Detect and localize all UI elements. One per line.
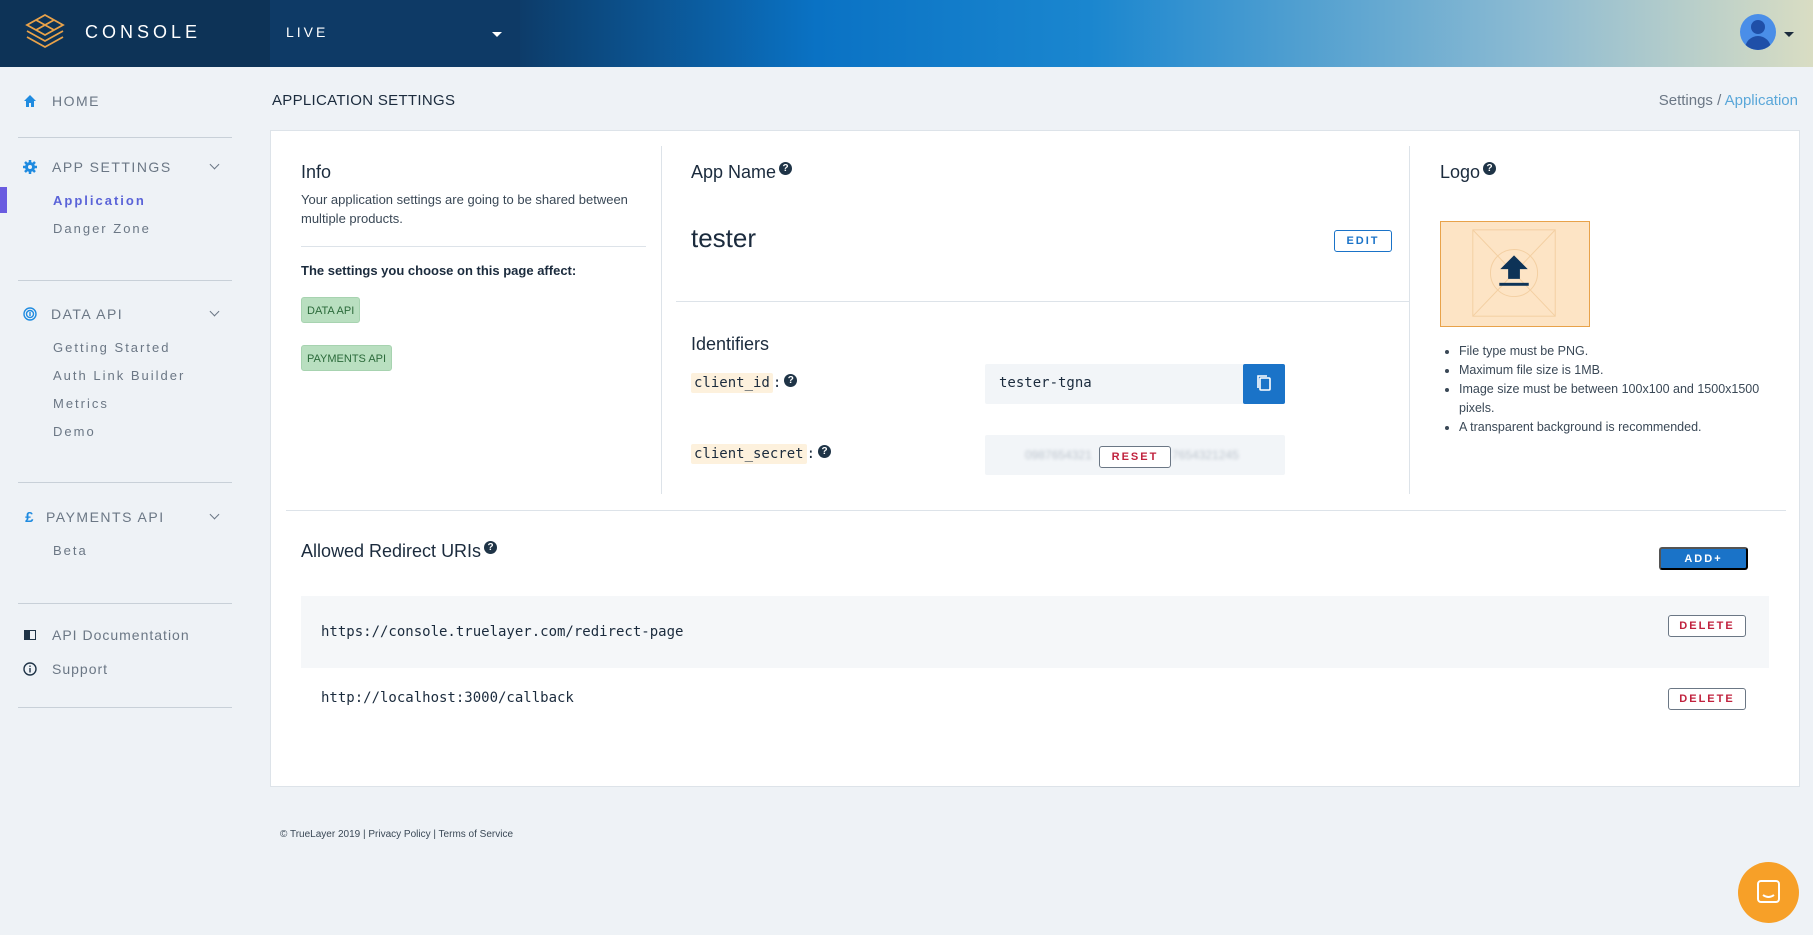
breadcrumb-settings[interactable]: Settings [1659,92,1713,109]
sidebar-item-metrics[interactable]: Metrics [53,396,109,411]
add-redirect-button[interactable]: ADD+ [1659,547,1748,570]
client-secret-masked-left: 0987654321 [1025,448,1092,462]
redirects-title: Allowed Redirect URIs? [301,541,498,562]
top-bar: CONSOLE LIVE [0,0,1813,67]
edit-app-name-button[interactable]: EDIT [1334,230,1392,252]
footer: © TrueLayer 2019 | Privacy Policy | Term… [280,829,514,840]
info-description: Your application settings are going to b… [301,192,628,226]
identifiers-title: Identifiers [691,334,770,354]
sidebar-section-app-settings[interactable]: APP SETTINGS [0,155,240,179]
list-item: http://localhost:3000/callback DELETE [301,668,1769,740]
sidebar-divider [18,707,232,708]
brand[interactable]: CONSOLE [0,0,270,67]
sidebar-divider [18,280,232,281]
column-divider [1409,146,1410,494]
delete-redirect-button[interactable]: DELETE [1668,615,1746,637]
chevron-down-icon [492,32,502,37]
chevron-down-icon [209,509,220,520]
user-avatar[interactable] [1740,14,1776,50]
breadcrumb: Settings / Application [1659,92,1798,109]
tag-data-api: DATA API [301,297,361,323]
sidebar-divider [18,137,232,138]
sidebar-section-data-api[interactable]: DATA API [0,302,240,326]
client-secret-masked-right: 7654321245 [1172,448,1239,462]
list-item: https://console.truelayer.com/redirect-p… [301,596,1769,668]
copy-icon [1257,375,1271,391]
brand-name: CONSOLE [85,22,202,42]
affects-label: The settings you choose on this page aff… [301,263,577,278]
chat-icon [1757,880,1780,903]
pound-icon: £ [25,508,35,526]
column-divider [661,146,662,494]
book-icon [24,630,36,640]
redirect-uri: https://console.truelayer.com/redirect-p… [321,624,684,640]
help-icon[interactable]: ? [1483,162,1497,175]
sidebar-item-danger-zone[interactable]: Danger Zone [53,221,151,236]
reset-secret-button[interactable]: RESET [1099,446,1171,468]
sidebar-divider [18,482,232,483]
app-name-title-text: App Name [691,162,777,182]
delete-redirect-button[interactable]: DELETE [1668,688,1746,710]
active-indicator [0,187,7,213]
client-id-label: client_id [691,373,773,393]
gear-icon [23,160,37,174]
sidebar-divider [18,603,232,604]
sidebar-item-home[interactable]: HOME [0,89,240,113]
upload-icon [1472,229,1556,317]
sidebar-link-support[interactable]: Support [0,657,240,681]
sidebar-link-api-documentation[interactable]: API Documentation [0,623,240,647]
sidebar-item-getting-started[interactable]: Getting Started [53,340,170,355]
logo-rules-list: File type must be PNG. Maximum file size… [1441,342,1786,437]
console-logo-icon [25,13,65,49]
chat-launcher-button[interactable] [1738,862,1799,923]
client-secret-label: client_secret [691,444,807,464]
sidebar-item-demo[interactable]: Demo [53,424,96,439]
logo-title-text: Logo [1440,162,1481,182]
app-name-value: tester [691,223,757,253]
copy-client-id-button[interactable] [1243,364,1285,404]
fingerprint-icon [23,307,37,321]
sidebar-item-application[interactable]: Application [53,193,146,208]
tag-payments-api: PAYMENTS API [301,345,393,371]
redirect-uri: http://localhost:3000/callback [321,690,574,706]
logo-rule: Image size must be between 100x100 and 1… [1459,380,1786,418]
logo-rule: Maximum file size is 1MB. [1459,361,1786,380]
sidebar: HOME APP SETTINGS Application Danger Zon… [0,67,260,935]
sidebar-section-payments-api[interactable]: £ PAYMENTS API [0,505,240,529]
user-menu-chevron-icon[interactable] [1784,32,1794,37]
client-secret-label-group: client_secret:? [691,444,832,464]
help-icon[interactable]: ? [484,541,498,554]
info-divider [301,246,646,247]
logo-upload-dropzone[interactable] [1440,221,1590,327]
sidebar-item-beta[interactable]: Beta [53,543,88,558]
section-divider [676,301,1409,302]
section-divider [286,510,1786,511]
app-name-title: App Name? [691,162,793,183]
help-icon[interactable]: ? [818,445,832,458]
page-title: APPLICATION SETTINGS [272,92,456,109]
client-id-label-group: client_id:? [691,373,798,393]
logo-rule: A transparent background is recommended. [1459,418,1786,437]
help-icon[interactable]: ? [784,374,798,387]
chevron-down-icon [209,306,220,317]
environment-selector[interactable]: LIVE [270,0,520,67]
home-icon [24,95,36,107]
redirects-title-text: Allowed Redirect URIs [301,541,482,561]
help-icon[interactable]: ? [779,162,793,175]
breadcrumb-separator: / [1717,92,1722,109]
logo-title: Logo? [1440,162,1497,183]
sidebar-item-auth-link-builder[interactable]: Auth Link Builder [53,368,185,383]
breadcrumb-application: Application [1724,92,1798,109]
logo-rule: File type must be PNG. [1459,342,1786,361]
chevron-down-icon [209,159,220,170]
info-title: Info [301,162,332,182]
environment-label: LIVE [286,24,329,40]
client-id-field[interactable]: tester-tgna [985,364,1247,404]
info-circle-icon [23,662,37,676]
